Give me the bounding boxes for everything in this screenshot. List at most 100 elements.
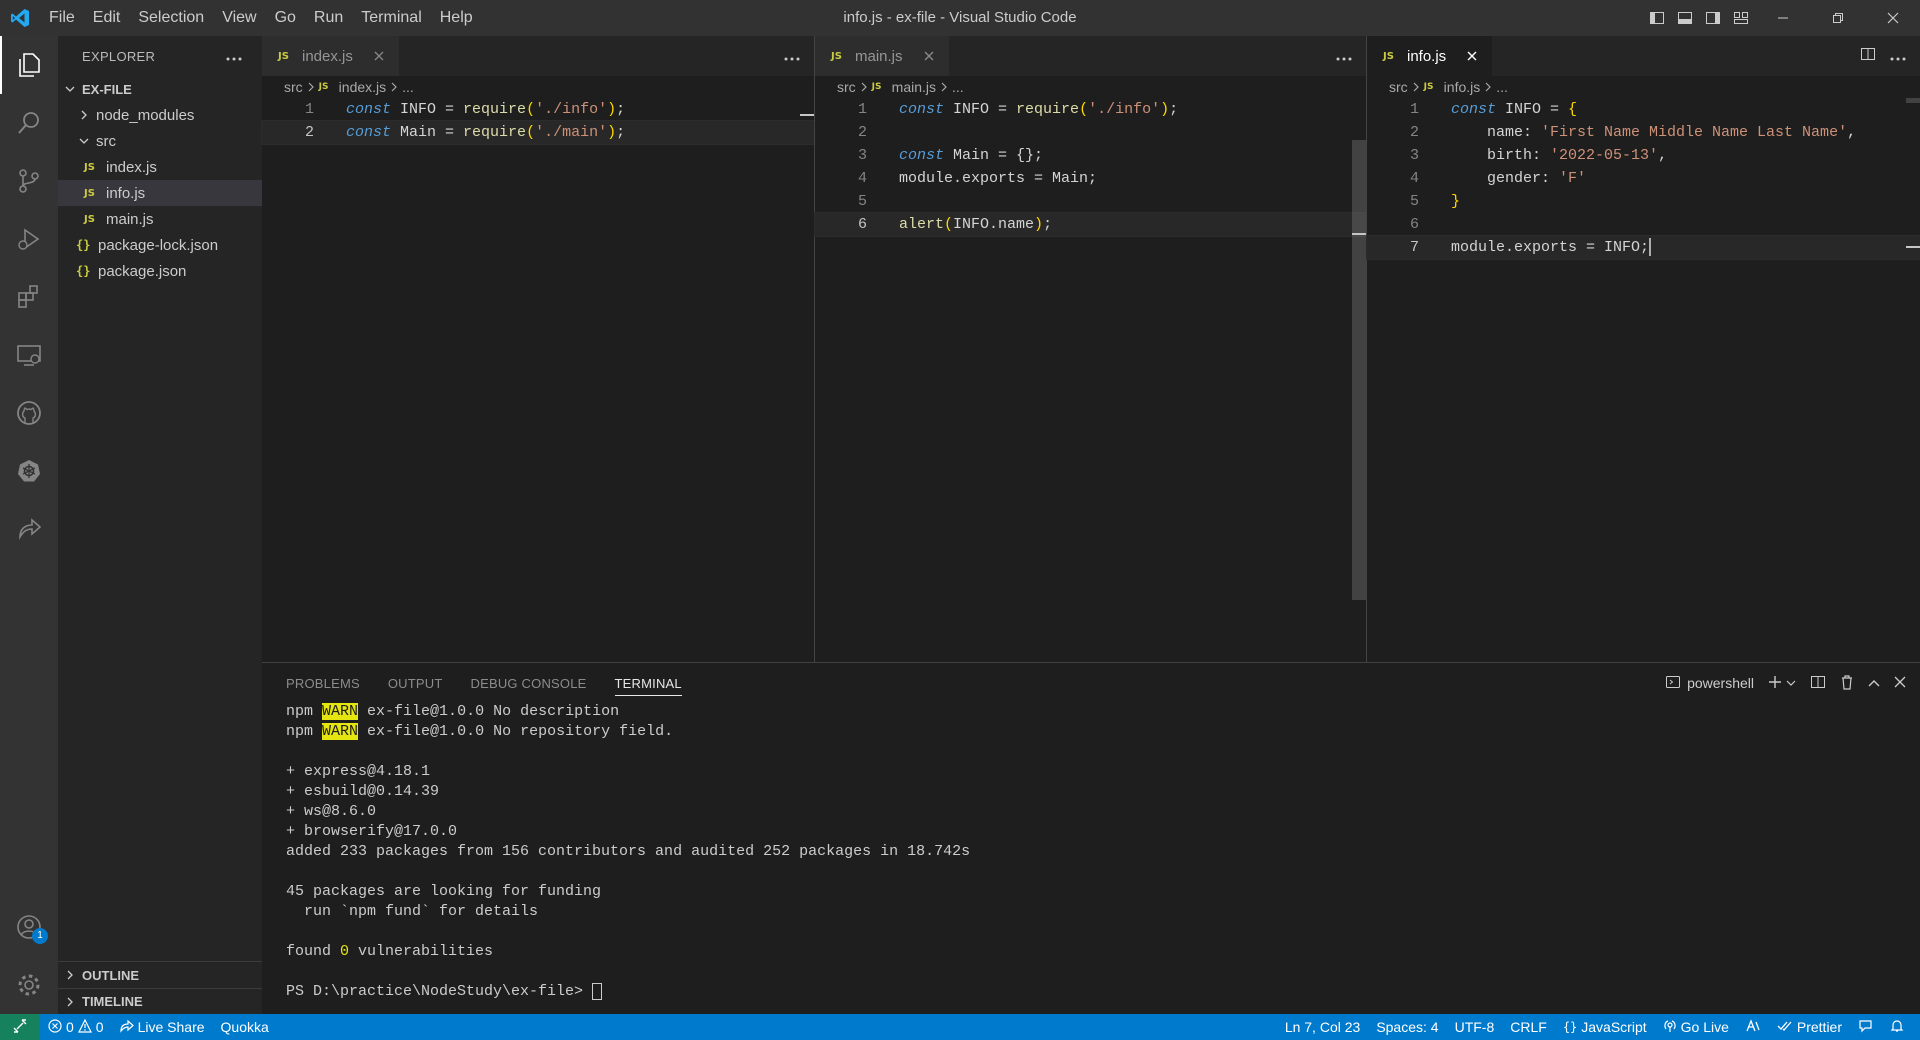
- explorer-icon[interactable]: [0, 36, 58, 94]
- code-token: const: [899, 101, 945, 118]
- breadcrumb-symbol[interactable]: ...: [1496, 79, 1508, 95]
- close-icon[interactable]: [921, 48, 937, 64]
- accounts-icon[interactable]: 1: [0, 898, 58, 956]
- language-mode[interactable]: {} JavaScript: [1555, 1019, 1655, 1035]
- breadcrumb-file[interactable]: main.js: [892, 79, 936, 95]
- tree-item-index-js[interactable]: JS index.js: [58, 154, 262, 180]
- tab-problems[interactable]: PROBLEMS: [286, 676, 360, 691]
- feedback-status[interactable]: [1850, 1019, 1882, 1036]
- new-terminal-button[interactable]: [1768, 675, 1796, 692]
- menu-terminal[interactable]: Terminal: [352, 0, 430, 36]
- timeline-section[interactable]: TIMELINE: [58, 988, 262, 1014]
- breadcrumb-symbol[interactable]: ...: [952, 79, 964, 95]
- workspace-root[interactable]: EX-FILE: [58, 76, 262, 102]
- breadcrumb-folder[interactable]: src: [1389, 79, 1408, 95]
- more-actions-icon[interactable]: [1336, 48, 1352, 65]
- tree-item-main-js[interactable]: JS main.js: [58, 206, 262, 232]
- tab-main-js[interactable]: JS main.js: [815, 36, 949, 76]
- eslint-status[interactable]: [1737, 1018, 1769, 1036]
- cursor-position[interactable]: Ln 7, Col 23: [1277, 1019, 1369, 1035]
- code-editor[interactable]: 1 const INFO = require('./info'); 2 cons…: [261, 98, 815, 145]
- maximize-panel-icon[interactable]: [1868, 675, 1880, 691]
- explorer-more-icon[interactable]: [226, 49, 242, 64]
- remote-indicator[interactable]: [0, 1014, 40, 1040]
- menu-help[interactable]: Help: [431, 0, 482, 36]
- menu-edit[interactable]: Edit: [84, 0, 130, 36]
- customize-layout-icon[interactable]: [1727, 0, 1755, 36]
- menu-go[interactable]: Go: [266, 0, 305, 36]
- menu-file[interactable]: File: [40, 0, 84, 36]
- problems-status[interactable]: 0 0: [40, 1018, 112, 1036]
- close-icon[interactable]: [371, 48, 387, 64]
- indentation-status[interactable]: Spaces: 4: [1368, 1019, 1446, 1035]
- editor-scrollbar[interactable]: [1906, 98, 1920, 603]
- minimize-button[interactable]: [1755, 0, 1810, 36]
- js-file-icon: JS: [1383, 50, 1394, 62]
- encoding-status[interactable]: UTF-8: [1447, 1019, 1503, 1035]
- live-share-icon[interactable]: [0, 500, 58, 558]
- live-share-status[interactable]: Live Share: [112, 1019, 213, 1036]
- split-editor-icon[interactable]: [1860, 46, 1876, 66]
- scrollbar-thumb[interactable]: [1352, 140, 1366, 600]
- kubernetes-icon[interactable]: [0, 442, 58, 500]
- notifications-status[interactable]: [1882, 1019, 1912, 1036]
- terminal-shell-selector[interactable]: powershell: [1665, 674, 1754, 693]
- search-icon[interactable]: [0, 94, 58, 152]
- outline-section[interactable]: OUTLINE: [58, 962, 262, 988]
- split-terminal-icon[interactable]: [1810, 674, 1826, 693]
- editor-scrollbar[interactable]: [1352, 98, 1366, 603]
- menu-view[interactable]: View: [213, 0, 265, 36]
- extensions-icon[interactable]: [0, 268, 58, 326]
- menu-selection[interactable]: Selection: [129, 0, 213, 36]
- go-live-status[interactable]: Go Live: [1655, 1019, 1737, 1036]
- breadcrumb-folder[interactable]: src: [284, 79, 303, 95]
- breadcrumb-symbol[interactable]: ...: [402, 79, 414, 95]
- close-window-button[interactable]: [1865, 0, 1920, 36]
- tab-output[interactable]: OUTPUT: [388, 676, 443, 691]
- settings-gear-icon[interactable]: [0, 956, 58, 1014]
- toggle-primary-sidebar-icon[interactable]: [1643, 0, 1671, 36]
- prettier-status[interactable]: Prettier: [1769, 1019, 1850, 1035]
- source-control-icon[interactable]: [0, 152, 58, 210]
- code-editor[interactable]: 1 const INFO = { 2 name: 'First Name Mid…: [1366, 98, 1920, 260]
- remote-explorer-icon[interactable]: [0, 326, 58, 384]
- breadcrumb-folder[interactable]: src: [837, 79, 856, 95]
- tab-index-js[interactable]: JS index.js: [262, 36, 399, 76]
- code-token: {: [1568, 101, 1578, 118]
- more-actions-icon[interactable]: [784, 48, 800, 65]
- toggle-secondary-sidebar-icon[interactable]: [1699, 0, 1727, 36]
- terminal-output[interactable]: npm WARN ex-file@1.0.0 No description np…: [262, 702, 1920, 1002]
- tab-info-js[interactable]: JS info.js: [1367, 36, 1493, 76]
- tree-item-node-modules[interactable]: node_modules: [58, 102, 262, 128]
- close-panel-icon[interactable]: [1894, 675, 1906, 691]
- terminal-line: added 233 packages from 156 contributors…: [286, 843, 971, 860]
- toggle-panel-icon[interactable]: [1671, 0, 1699, 36]
- tab-terminal[interactable]: TERMINAL: [614, 676, 682, 696]
- more-actions-icon[interactable]: [1890, 48, 1906, 65]
- github-icon[interactable]: [0, 384, 58, 442]
- prettier-label: Prettier: [1796, 1019, 1842, 1035]
- tree-item-package-json[interactable]: {} package.json: [58, 258, 262, 284]
- scrollbar-thumb[interactable]: [1906, 98, 1920, 103]
- menu-run[interactable]: Run: [305, 0, 352, 36]
- chevron-down-icon[interactable]: [1786, 675, 1796, 691]
- restore-button[interactable]: [1810, 0, 1865, 36]
- eol-status[interactable]: CRLF: [1502, 1019, 1555, 1035]
- breadcrumb-file[interactable]: info.js: [1444, 79, 1481, 95]
- code-line: 6: [1367, 213, 1920, 236]
- trash-icon[interactable]: [1840, 674, 1854, 693]
- tree-item-src[interactable]: src: [58, 128, 262, 154]
- run-debug-icon[interactable]: [0, 210, 58, 268]
- tree-item-info-js[interactable]: JS info.js: [58, 180, 262, 206]
- tree-item-package-lock-json[interactable]: {} package-lock.json: [58, 232, 262, 258]
- quokka-status[interactable]: Quokka: [213, 1019, 277, 1035]
- close-icon[interactable]: [1464, 48, 1480, 64]
- code-token: (: [944, 216, 954, 233]
- code-token: Main = {};: [944, 147, 1044, 164]
- tab-debug-console[interactable]: DEBUG CONSOLE: [471, 676, 587, 691]
- breadcrumb-file[interactable]: index.js: [339, 79, 386, 95]
- code-token: ;: [1169, 101, 1179, 118]
- code-line: 2: [815, 121, 1366, 144]
- code-editor[interactable]: 1 const INFO = require('./info'); 2 3 co…: [814, 98, 1367, 237]
